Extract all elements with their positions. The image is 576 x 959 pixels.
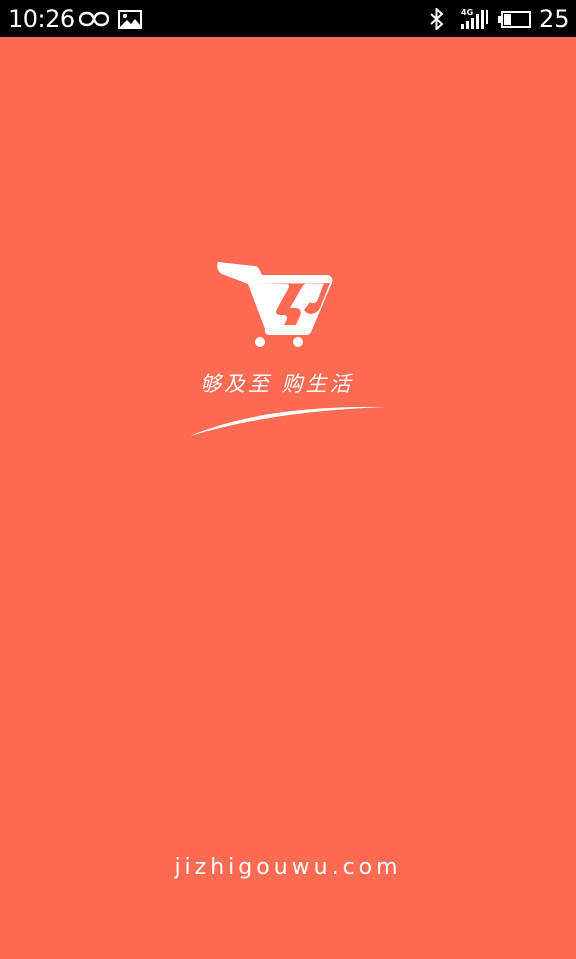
image-icon bbox=[118, 10, 142, 29]
signal-icon: 4G bbox=[461, 8, 488, 29]
battery-level: 25 bbox=[539, 5, 570, 33]
network-type-label: 4G bbox=[461, 8, 473, 17]
website-url[interactable]: jizhigouwu.com bbox=[0, 855, 576, 880]
slogan-text: 够及至 购生活 bbox=[200, 372, 354, 396]
infinity-icon bbox=[79, 11, 109, 27]
status-bar: 10:26 4G 25 bbox=[0, 0, 576, 37]
shopping-cart-logo bbox=[217, 262, 333, 347]
battery-icon bbox=[498, 11, 531, 28]
status-time: 10:26 bbox=[8, 5, 75, 33]
bluetooth-icon bbox=[430, 8, 444, 30]
swoosh-decoration bbox=[190, 406, 386, 436]
